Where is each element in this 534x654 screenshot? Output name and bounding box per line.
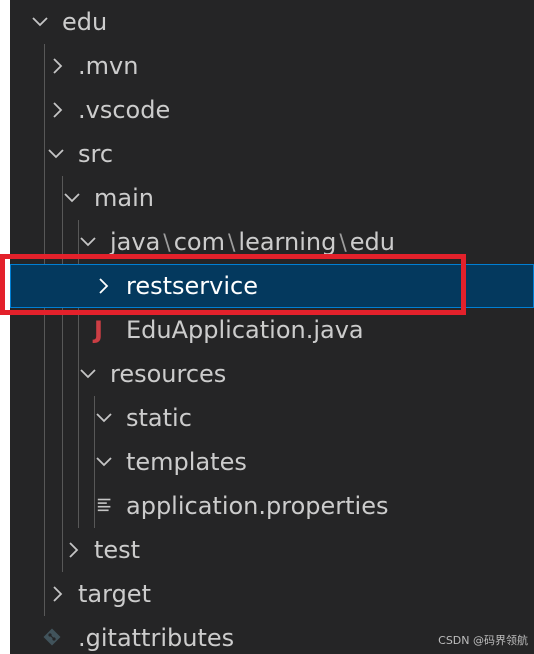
tree-item-label: edu xyxy=(62,8,108,36)
chevron-right-icon xyxy=(48,88,70,132)
tree-item-label: application.properties xyxy=(126,492,389,520)
git-icon xyxy=(42,616,64,654)
tree-item-label: resources xyxy=(110,360,227,388)
tree-item-templates[interactable]: templates xyxy=(10,440,534,484)
tree-item-label: static xyxy=(126,404,192,432)
tree-item-label: test xyxy=(94,536,141,564)
tree-item-label: src xyxy=(78,140,114,168)
tree-item-label: .vscode xyxy=(78,96,171,124)
path-segment-java[interactable]: java xyxy=(110,228,160,256)
tree-item-static[interactable]: static xyxy=(10,396,534,440)
tree-item-edu[interactable]: edu xyxy=(10,0,534,44)
lines-file-icon xyxy=(96,484,118,528)
tree-item-application-properties[interactable]: application.properties xyxy=(10,484,534,528)
tree-item-main[interactable]: main xyxy=(10,176,534,220)
chevron-right-icon xyxy=(64,528,86,572)
tree-item-label: templates xyxy=(126,448,247,476)
annotation-highlight-box xyxy=(0,254,466,315)
path-separator: \ xyxy=(339,231,347,256)
tree-item-label: main xyxy=(94,184,154,212)
tree-item-resources[interactable]: resources xyxy=(10,352,534,396)
path-separator: \ xyxy=(227,231,236,256)
watermark: CSDN @码界领航 xyxy=(438,634,528,647)
path-segment-edu[interactable]: edu xyxy=(350,228,395,256)
tree-item-label: target xyxy=(78,580,151,608)
tree-item-label: .gitattributes xyxy=(78,624,235,652)
path-segment-learning[interactable]: learning xyxy=(238,228,336,256)
chevron-down-icon xyxy=(78,352,100,396)
chevron-down-icon xyxy=(30,0,52,44)
path-separator: \ xyxy=(163,231,171,256)
file-explorer: edu .mvn .vscode src main java \ com \ lea xyxy=(10,0,534,654)
chevron-down-icon xyxy=(46,132,68,176)
tree-item-target[interactable]: target xyxy=(10,572,534,616)
chevron-right-icon xyxy=(48,44,70,88)
tree-item-vscode[interactable]: .vscode xyxy=(10,88,534,132)
chevron-down-icon xyxy=(94,396,116,440)
chevron-down-icon xyxy=(94,440,116,484)
tree-item-src[interactable]: src xyxy=(10,132,534,176)
tree-item-label: .mvn xyxy=(78,52,139,80)
chevron-down-icon xyxy=(62,176,84,220)
tree-item-mvn[interactable]: .mvn xyxy=(10,44,534,88)
chevron-right-icon xyxy=(48,572,70,616)
path-segment-com[interactable]: com xyxy=(174,228,225,256)
tree-item-test[interactable]: test xyxy=(10,528,534,572)
